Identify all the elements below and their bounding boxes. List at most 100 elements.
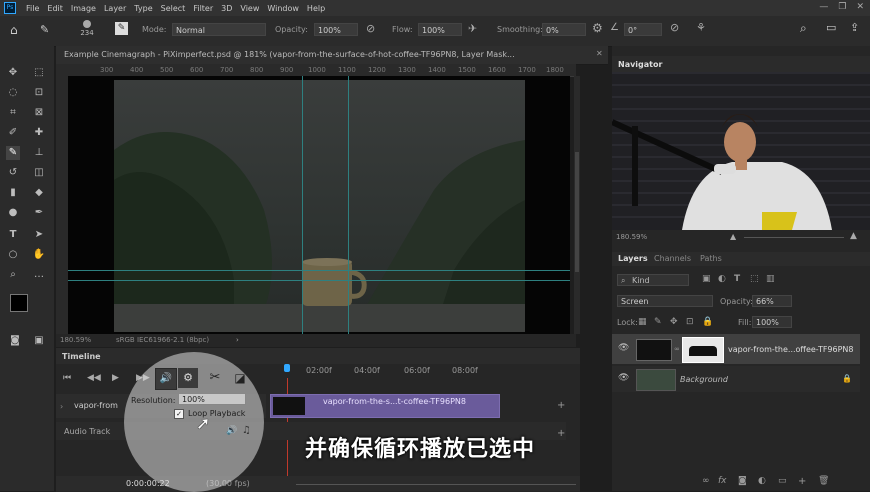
document-tab[interactable]: Example Cinemagraph - PiXimperfect.psd @… — [56, 46, 608, 65]
audio-button[interactable]: 🔊 — [155, 368, 177, 390]
gear-icon[interactable]: ⚙ — [592, 21, 603, 35]
document-image[interactable] — [114, 80, 525, 332]
menu-select[interactable]: Select — [157, 4, 190, 13]
hand-tool-icon[interactable]: ✋ — [32, 248, 46, 262]
filter-type-icon[interactable]: T — [734, 274, 740, 284]
delete-layer-icon[interactable]: 🗑 — [818, 476, 829, 486]
tab-paths[interactable]: Paths — [700, 254, 722, 263]
crop-tool-icon[interactable]: ⌗ — [6, 106, 20, 120]
layer-fill-input[interactable]: 100% — [752, 316, 792, 328]
mode-select[interactable]: Normal — [172, 23, 266, 36]
move-tool-icon[interactable]: ✥ — [6, 66, 20, 80]
expand-track-icon[interactable]: › — [60, 402, 63, 411]
add-media-icon[interactable]: + — [557, 400, 565, 411]
menu-help[interactable]: Help — [303, 4, 329, 13]
screen-mode-icon[interactable]: ▣ — [32, 334, 46, 348]
quick-mask-icon[interactable]: ◙ — [8, 334, 22, 348]
path-select-icon[interactable]: ➤ — [32, 228, 46, 242]
brush-tool-icon[interactable]: ✎ — [6, 146, 20, 160]
tab-channels[interactable]: Channels — [654, 254, 691, 263]
filter-pixel-icon[interactable]: ▣ — [702, 274, 711, 284]
lock-artboard-icon[interactable]: ⊡ — [686, 317, 694, 327]
navigator-zoom[interactable]: 180.59% — [616, 233, 647, 241]
layer-row[interactable]: 👁 Background 🔒 — [612, 366, 860, 392]
workspace-icon[interactable]: ▭ — [826, 21, 836, 34]
zoom-slider[interactable] — [296, 484, 576, 485]
adjustment-layer-icon[interactable]: ◐ — [758, 476, 766, 486]
fx-icon[interactable]: fx — [718, 476, 727, 486]
filter-shape-icon[interactable]: ⬚ — [750, 274, 759, 284]
eraser-icon[interactable]: ◫ — [32, 166, 46, 180]
layer-kind-filter[interactable]: ⌕ Kind — [617, 274, 689, 286]
link-layers-icon[interactable]: ∞ — [702, 476, 710, 486]
history-brush-icon[interactable]: ↺ — [6, 166, 20, 180]
loop-playback-checkbox[interactable]: ✓ — [174, 409, 184, 419]
menu-filter[interactable]: Filter — [189, 4, 217, 13]
minimize-icon[interactable]: — — [819, 2, 828, 12]
new-layer-icon[interactable]: + — [798, 476, 806, 487]
object-select-icon[interactable]: ⊡ — [32, 86, 46, 100]
menu-view[interactable]: View — [236, 4, 263, 13]
zoom-out-icon[interactable]: ▲ — [730, 232, 736, 241]
home-icon[interactable]: ⌂ — [10, 23, 18, 37]
share-icon[interactable]: ⇪ — [850, 21, 859, 34]
menu-type[interactable]: Type — [130, 4, 156, 13]
pen-tool-icon[interactable]: ✒ — [32, 206, 46, 220]
zoom-tool-icon[interactable]: ⌕ — [6, 268, 20, 282]
brush-settings-icon[interactable]: ✎ — [115, 22, 128, 35]
restore-icon[interactable]: ❐ — [838, 2, 846, 12]
close-icon[interactable]: ✕ — [856, 2, 864, 12]
type-tool-icon[interactable]: T — [6, 228, 20, 242]
playhead[interactable] — [284, 364, 290, 372]
lasso-tool-icon[interactable]: ◌ — [6, 86, 20, 100]
zoom-in-icon[interactable]: ▲ — [850, 231, 857, 241]
dodge-icon[interactable]: ● — [6, 206, 20, 220]
search-icon[interactable]: ⌕ — [800, 21, 807, 36]
healing-brush-icon[interactable]: ✚ — [32, 126, 46, 140]
transition-icon[interactable]: ◪ — [230, 368, 250, 388]
navigator-preview[interactable] — [612, 72, 870, 230]
layer-row[interactable]: 👁 ∞ vapor-from-the...offee-TF96PN8 — [612, 334, 860, 364]
filter-adjustment-icon[interactable]: ◐ — [718, 274, 726, 284]
brush-preset-picker[interactable]: 234 — [78, 20, 96, 38]
menu-window[interactable]: Window — [263, 4, 303, 13]
music-note-icon[interactable]: ♫ — [242, 425, 251, 436]
lock-transparent-icon[interactable]: ▦ — [638, 317, 647, 327]
zoom-level[interactable]: 180.59% — [60, 336, 91, 344]
status-arrow-icon[interactable]: › — [236, 336, 239, 344]
scissors-icon[interactable]: ✂ — [205, 368, 225, 388]
symmetry-icon[interactable]: ⚘ — [696, 21, 706, 34]
add-audio-icon[interactable]: + — [557, 428, 565, 439]
lock-all-icon[interactable]: 🔒 — [702, 317, 713, 327]
menu-image[interactable]: Image — [67, 4, 100, 13]
airbrush-icon[interactable]: ✈ — [468, 22, 477, 35]
link-icon[interactable]: ∞ — [674, 345, 680, 353]
brush-tool-icon[interactable]: ✎ — [40, 23, 49, 36]
visibility-eye-icon[interactable]: 👁 — [618, 373, 629, 383]
shape-tool-icon[interactable]: ○ — [6, 248, 20, 262]
add-mask-icon[interactable]: ◙ — [738, 476, 747, 486]
navigator-zoom-slider[interactable] — [744, 237, 844, 238]
lock-pixels-icon[interactable]: ✎ — [654, 317, 662, 327]
blend-mode-select[interactable]: Screen — [617, 295, 713, 307]
marquee-tool-icon[interactable]: ⬚ — [32, 66, 46, 80]
layer-name[interactable]: vapor-from-the...offee-TF96PN8 — [728, 345, 854, 354]
eyedropper-icon[interactable]: ✐ — [6, 126, 20, 140]
visibility-eye-icon[interactable]: 👁 — [618, 343, 629, 353]
angle-input[interactable]: 0° — [624, 23, 662, 36]
resolution-select[interactable]: 100% — [178, 393, 246, 405]
more-tools-icon[interactable]: … — [32, 268, 46, 282]
filter-smart-object-icon[interactable]: ▥ — [766, 274, 775, 284]
menu-3d[interactable]: 3D — [217, 4, 236, 13]
guide-line[interactable] — [68, 270, 570, 271]
guide-line[interactable] — [302, 76, 303, 334]
play-button[interactable]: ▶ — [112, 373, 119, 383]
gradient-icon[interactable]: ▮ — [6, 186, 20, 200]
video-clip[interactable]: vapor-from-the-s...t-coffee-TF96PN8 — [270, 394, 500, 418]
pressure-size-icon[interactable]: ⊘ — [670, 21, 679, 34]
opacity-input[interactable]: 100% — [314, 23, 358, 36]
pressure-opacity-icon[interactable]: ⊘ — [366, 22, 375, 35]
menu-layer[interactable]: Layer — [100, 4, 130, 13]
guide-line[interactable] — [348, 76, 349, 334]
guide-line[interactable] — [68, 280, 570, 281]
